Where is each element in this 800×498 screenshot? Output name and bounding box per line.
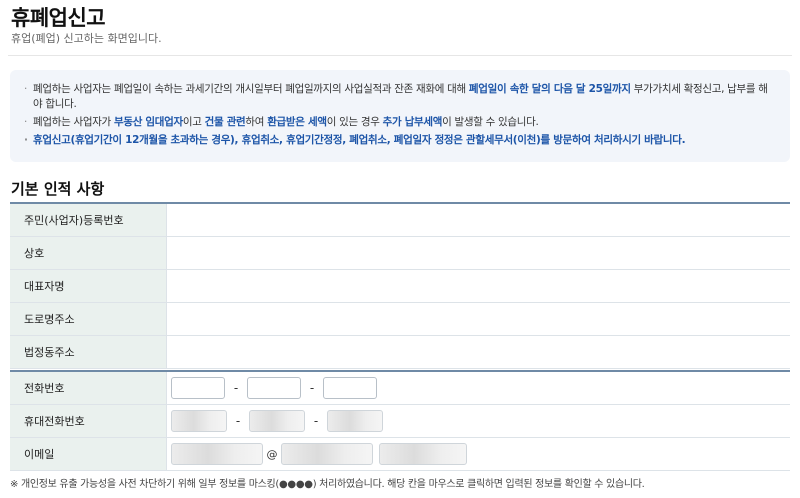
mobile-label: 휴대전화번호 — [10, 405, 167, 437]
representative-value — [167, 270, 790, 302]
representative-label: 대표자명 — [10, 270, 167, 302]
basic-info-table: 주민(사업자)등록번호 상호 대표자명 도로명주소 법정동주소 — [10, 202, 790, 369]
page: 휴폐업신고 휴업(폐업) 신고하는 화면입니다. · 폐업하는 사업자는 폐업일… — [0, 0, 800, 498]
phone-part-3-input[interactable] — [323, 377, 377, 399]
bullet-icon: · — [24, 134, 28, 146]
table-row: 상호 — [10, 237, 790, 270]
lot-address-value — [167, 336, 790, 368]
table-row: 휴대전화번호 - - — [10, 405, 790, 438]
trade-name-label: 상호 — [10, 237, 167, 269]
road-address-label: 도로명주소 — [10, 303, 167, 335]
table-row: 도로명주소 — [10, 303, 790, 336]
road-address-value — [167, 303, 790, 335]
title-divider — [8, 55, 792, 56]
reg-number-label: 주민(사업자)등록번호 — [10, 204, 167, 236]
notice-2-highlight-refund: 환급받은 세액 — [267, 116, 327, 128]
page-subtitle: 휴업(폐업) 신고하는 화면입니다. — [11, 32, 162, 45]
trade-name-value — [167, 237, 790, 269]
notice-2-highlight-rental: 부동산 임대업자 — [113, 116, 183, 128]
notice-2-text: 이 발생할 수 있습니다. — [442, 116, 539, 128]
phone-label: 전화번호 — [10, 372, 167, 404]
table-row: 전화번호 - - — [10, 372, 790, 405]
contact-table: 전화번호 - - 휴대전화번호 - - 이메일 @ — [10, 370, 790, 471]
notice-2-text: 이 있는 경우 — [326, 116, 383, 128]
table-row: 대표자명 — [10, 270, 790, 303]
notice-2-highlight-additional-tax: 추가 납부세액 — [382, 116, 443, 128]
phone-dash: - — [309, 381, 315, 395]
section-title: 기본 인적 사항 — [11, 180, 105, 198]
at-sign: @ — [266, 447, 278, 461]
notice-1-text: 폐업하는 사업자는 폐업일이 속하는 과세기간의 개시일부터 폐업일까지의 사업… — [33, 83, 469, 95]
notice-2-text: 폐업하는 사업자가 — [33, 116, 114, 128]
phone-part-2-input[interactable] — [247, 377, 301, 399]
email-id-input[interactable] — [171, 443, 263, 465]
notice-1-highlight: 폐업일이 속한 달의 다음 달 25일까지 — [468, 83, 631, 95]
page-title: 휴폐업신고 — [11, 6, 106, 30]
phone-fields: - - — [167, 372, 790, 404]
mobile-dash: - — [235, 414, 241, 428]
email-domain-select[interactable] — [379, 443, 467, 465]
phone-dash: - — [233, 381, 239, 395]
email-label: 이메일 — [10, 438, 167, 470]
table-row: 이메일 @ — [10, 438, 790, 471]
bullet-icon: · — [24, 83, 28, 95]
reg-number-value — [167, 204, 790, 236]
masking-footnote: ※ 개인정보 유출 가능성을 사전 차단하기 위해 일부 정보를 마스킹(●●●… — [10, 479, 645, 490]
notice-3-text: 휴업신고(휴업기간이 12개월을 초과하는 경우), 휴업취소, 휴업기간정정,… — [33, 134, 686, 146]
bullet-icon: · — [24, 116, 28, 128]
notice-item-3: · 휴업신고(휴업기간이 12개월을 초과하는 경우), 휴업취소, 휴업기간정… — [24, 133, 776, 148]
email-fields: @ — [167, 438, 790, 470]
lot-address-label: 법정동주소 — [10, 336, 167, 368]
mobile-part-2-input[interactable] — [249, 410, 305, 432]
notice-item-1: · 폐업하는 사업자는 폐업일이 속하는 과세기간의 개시일부터 폐업일까지의 … — [24, 82, 776, 112]
table-row: 주민(사업자)등록번호 — [10, 204, 790, 237]
email-domain-input[interactable] — [281, 443, 373, 465]
notice-2-text: 이고 — [182, 116, 205, 128]
table-row: 법정동주소 — [10, 336, 790, 369]
notice-item-2: · 폐업하는 사업자가 부동산 임대업자이고 건물 관련하여 환급받은 세액이 … — [24, 115, 776, 130]
notice-box: · 폐업하는 사업자는 폐업일이 속하는 과세기간의 개시일부터 폐업일까지의 … — [10, 70, 790, 162]
mobile-part-3-input[interactable] — [327, 410, 383, 432]
notice-2-text: 하여 — [245, 116, 268, 128]
phone-part-1-input[interactable] — [171, 377, 225, 399]
mobile-dash: - — [313, 414, 319, 428]
mobile-part-1-input[interactable] — [171, 410, 227, 432]
notice-2-highlight-building: 건물 관련 — [204, 116, 246, 128]
mobile-fields: - - — [167, 405, 790, 437]
